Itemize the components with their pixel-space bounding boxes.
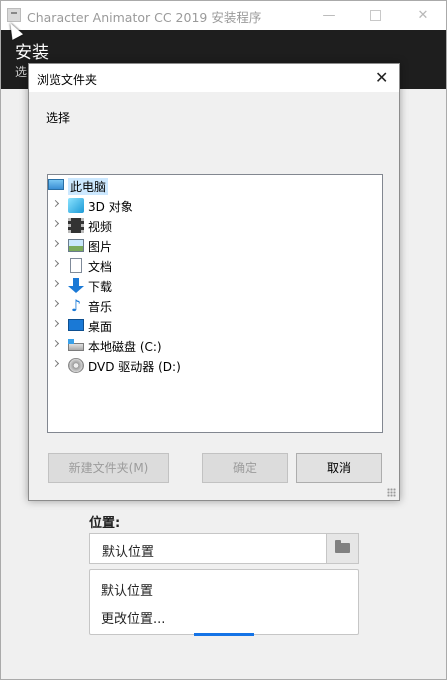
location-value: 默认位置 xyxy=(102,545,155,560)
ok-button[interactable]: 确定 xyxy=(202,453,288,483)
chevron-right-icon[interactable] xyxy=(51,359,60,368)
menu-item-default-location[interactable]: 默认位置 xyxy=(101,580,153,599)
tree-item-label: 桌面 xyxy=(88,320,113,334)
chevron-right-icon[interactable] xyxy=(51,279,60,288)
pictures-icon xyxy=(68,239,84,252)
header-subtitle: 选 xyxy=(15,65,28,79)
maximize-icon xyxy=(369,10,381,21)
tree-item-label: 音乐 xyxy=(88,300,113,314)
chevron-right-icon[interactable] xyxy=(51,199,60,208)
dialog-close-button[interactable]: ✕ xyxy=(375,68,388,87)
music-icon: ♪ xyxy=(70,296,82,315)
tree-item-label: 下载 xyxy=(88,280,113,294)
documents-icon xyxy=(70,258,82,273)
location-field[interactable]: 默认位置 xyxy=(89,533,327,564)
folder-icon xyxy=(335,540,350,553)
local-disk-icon xyxy=(68,339,84,351)
tree-item-label: DVD 驱动器 (D:) xyxy=(88,360,181,374)
tree-item-label: 本地磁盘 (C:) xyxy=(88,340,162,354)
close-window-button[interactable]: ✕ xyxy=(400,1,446,30)
tree-item-3d-objects[interactable]: 3D 对象 xyxy=(48,196,378,215)
chevron-right-icon[interactable] xyxy=(51,239,60,248)
cancel-button[interactable]: 取消 xyxy=(296,453,382,483)
continue-button-edge[interactable] xyxy=(194,633,254,636)
location-label: 位置: xyxy=(89,516,121,531)
location-dropdown-menu: 默认位置 更改位置... xyxy=(89,569,359,635)
tree-item-desktop[interactable]: 桌面 xyxy=(48,316,378,335)
title-bar[interactable]: Character Animator CC 2019 安装程序 — ✕ xyxy=(1,1,446,30)
tree-item-music[interactable]: ♪ 音乐 xyxy=(48,296,378,315)
chevron-right-icon[interactable] xyxy=(51,319,60,328)
tree-item-documents[interactable]: 文档 xyxy=(48,256,378,275)
video-icon xyxy=(68,218,84,233)
window-title: Character Animator CC 2019 安装程序 xyxy=(27,10,262,25)
tree-item-downloads[interactable]: 下载 xyxy=(48,276,378,295)
tree-item-this-pc[interactable]: 此电脑 xyxy=(48,176,378,195)
maximize-button[interactable] xyxy=(352,1,398,30)
chevron-right-icon[interactable] xyxy=(51,299,60,308)
tree-item-local-disk[interactable]: 本地磁盘 (C:) xyxy=(48,336,378,355)
computer-icon xyxy=(48,179,64,190)
folder-tree[interactable]: 此电脑 3D 对象 视频 图片 文档 下载 ♪ 音乐 桌面 本地磁盘 (C:) … xyxy=(47,174,383,433)
download-icon xyxy=(68,278,84,293)
3d-objects-icon xyxy=(68,198,84,213)
header-title: 安装 xyxy=(15,43,49,63)
tree-item-label: 视频 xyxy=(88,220,113,234)
dvd-drive-icon xyxy=(68,358,84,373)
menu-item-change-location[interactable]: 更改位置... xyxy=(101,608,165,627)
resize-grip-icon[interactable] xyxy=(387,488,396,497)
dialog-title: 浏览文件夹 xyxy=(37,73,98,87)
chevron-right-icon[interactable] xyxy=(51,339,60,348)
tree-item-label: 3D 对象 xyxy=(88,200,133,214)
browse-folder-button[interactable] xyxy=(326,533,359,564)
minimize-button[interactable]: — xyxy=(306,1,352,30)
tree-item-pictures[interactable]: 图片 xyxy=(48,236,378,255)
new-folder-button[interactable]: 新建文件夹(M) xyxy=(48,453,169,483)
tree-item-label: 图片 xyxy=(88,240,113,254)
tree-item-label: 文档 xyxy=(88,260,113,274)
desktop-icon xyxy=(68,319,84,331)
dialog-title-bar[interactable]: 浏览文件夹 ✕ xyxy=(29,64,399,92)
dialog-prompt: 选择 xyxy=(46,111,71,125)
browse-folder-dialog: 浏览文件夹 ✕ 选择 此电脑 3D 对象 视频 图片 文档 下载 ♪ 音乐 桌面… xyxy=(28,63,400,501)
tree-item-dvd-drive[interactable]: DVD 驱动器 (D:) xyxy=(48,356,378,375)
chevron-right-icon[interactable] xyxy=(51,259,60,268)
chevron-right-icon[interactable] xyxy=(51,219,60,228)
tree-item-label: 此电脑 xyxy=(68,178,109,195)
tree-item-videos[interactable]: 视频 xyxy=(48,216,378,235)
